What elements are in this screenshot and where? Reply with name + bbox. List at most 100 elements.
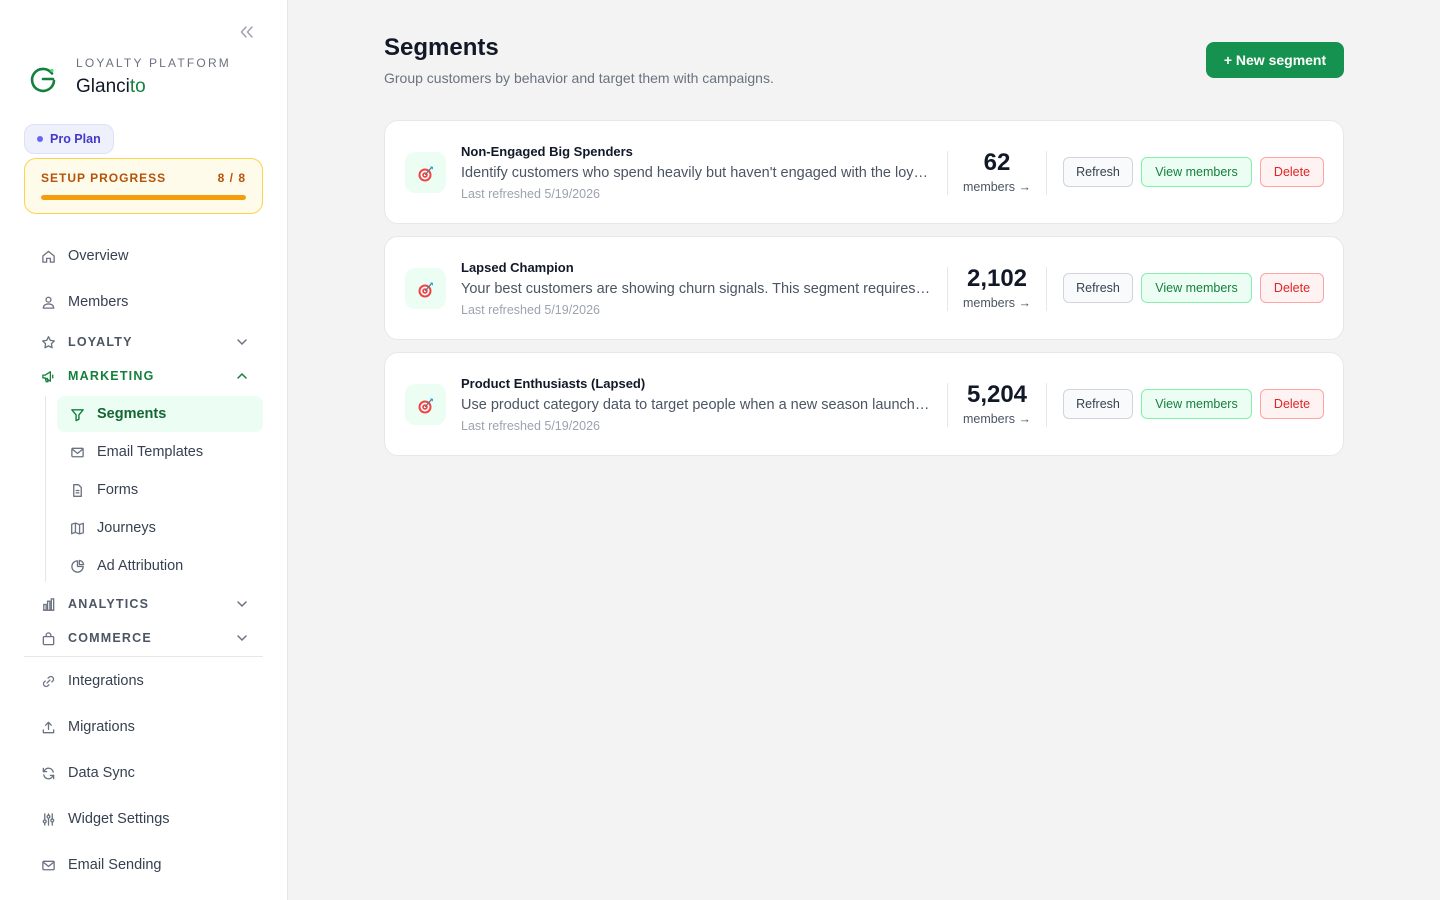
page-subtitle: Group customers by behavior and target t… (384, 70, 774, 86)
filter-icon (69, 406, 85, 422)
setup-progress-fill (41, 195, 246, 200)
nav-widget-settings[interactable]: Widget Settings (24, 801, 263, 837)
brand-name-accent: to (129, 76, 146, 97)
target-icon (405, 384, 446, 425)
collapse-sidebar-icon[interactable] (236, 22, 258, 42)
brand-eyebrow: LOYALTY PLATFORM (76, 56, 232, 70)
nav-analytics-label: ANALYTICS (68, 597, 150, 611)
nav-email-sending-label: Email Sending (68, 857, 162, 873)
nav-journeys-label: Journeys (97, 520, 156, 536)
users-icon (40, 294, 56, 310)
pie-chart-icon (69, 558, 85, 574)
nav-overview[interactable]: Overview (24, 238, 263, 274)
nav-forms-label: Forms (97, 482, 139, 498)
page-title: Segments (384, 34, 499, 61)
segment-description: Your best customers are showing churn si… (461, 281, 931, 297)
nav-email-templates[interactable]: Email Templates (57, 434, 263, 470)
nav-ad-attribution[interactable]: Ad Attribution (57, 548, 263, 584)
nav-members[interactable]: Members (24, 284, 263, 320)
refresh-button[interactable]: Refresh (1063, 157, 1133, 187)
new-segment-button[interactable]: + New segment (1206, 42, 1344, 78)
megaphone-icon (40, 368, 56, 384)
sliders-icon (40, 811, 56, 827)
home-icon (40, 248, 56, 264)
nav-loyalty-label: LOYALTY (68, 335, 133, 349)
shopping-bag-icon (40, 630, 56, 646)
upload-icon (40, 719, 56, 735)
nav-integrations[interactable]: Integrations (24, 663, 263, 699)
segment-name[interactable]: Non-Engaged Big Spenders (461, 144, 633, 159)
nav-forms[interactable]: Forms (57, 472, 263, 508)
logo-icon (30, 67, 56, 93)
plan-dot (37, 136, 43, 142)
segment-member-count: 62 (983, 149, 1011, 176)
nav-members-label: Members (68, 294, 129, 310)
mail-icon (40, 857, 56, 873)
segment-members-link[interactable]: members → (948, 180, 1046, 194)
nav-data-sync-label: Data Sync (68, 765, 135, 781)
segment-card: Lapsed Champion Your best customers are … (384, 236, 1344, 340)
segment-name[interactable]: Product Enthusiasts (Lapsed) (461, 376, 645, 391)
view-members-button[interactable]: View members (1141, 273, 1252, 303)
chevron-down-icon (237, 635, 247, 642)
nav-email-templates-label: Email Templates (97, 444, 204, 460)
nav-marketing-label: MARKETING (68, 369, 155, 383)
delete-button[interactable]: Delete (1260, 389, 1324, 419)
segment-card: Non-Engaged Big Spenders Identify custom… (384, 120, 1344, 224)
subnav-line (45, 396, 46, 582)
nav-data-sync[interactable]: Data Sync (24, 755, 263, 791)
segment-name[interactable]: Lapsed Champion (461, 260, 574, 275)
refresh-button[interactable]: Refresh (1063, 273, 1133, 303)
link-icon (40, 673, 56, 689)
divider (1046, 151, 1047, 195)
mail-icon (69, 444, 85, 460)
document-icon (69, 482, 85, 498)
segment-last-refreshed: Last refreshed 5/19/2026 (461, 187, 600, 201)
setup-progress-count: 8 / 8 (217, 171, 246, 185)
segment-description: Use product category data to target peop… (461, 397, 931, 413)
plan-badge: Pro Plan (24, 124, 114, 154)
divider (1046, 383, 1047, 427)
nav-overview-label: Overview (68, 248, 129, 264)
chevron-up-icon (237, 372, 247, 379)
segment-card: Product Enthusiasts (Lapsed) Use product… (384, 352, 1344, 456)
segment-members-link[interactable]: members → (948, 412, 1046, 426)
segment-member-count: 2,102 (966, 265, 1028, 292)
brand: LOYALTY PLATFORM Glancito (28, 56, 231, 102)
target-icon (405, 152, 446, 193)
nav-segments[interactable]: Segments (57, 396, 263, 432)
nav-section-analytics[interactable]: ANALYTICS (24, 590, 263, 618)
segment-members-link[interactable]: members → (948, 296, 1046, 310)
nav-ad-attribution-label: Ad Attribution (97, 558, 184, 574)
plan-label: Pro Plan (50, 132, 101, 146)
nav-section-commerce[interactable]: COMMERCE (24, 624, 263, 652)
nav-section-loyalty[interactable]: LOYALTY (24, 328, 263, 356)
view-members-button[interactable]: View members (1141, 389, 1252, 419)
setup-progress-label: SETUP PROGRESS (41, 171, 167, 185)
nav-section-marketing[interactable]: MARKETING (24, 362, 263, 390)
nav-journeys[interactable]: Journeys (57, 510, 263, 546)
refresh-button[interactable]: Refresh (1063, 389, 1133, 419)
chevron-down-icon (237, 601, 247, 608)
setup-progress-bar (41, 195, 246, 200)
brand-name-main: Glanci (76, 76, 130, 97)
delete-button[interactable]: Delete (1260, 273, 1324, 303)
nav-email-sending[interactable]: Email Sending (24, 847, 263, 883)
delete-button[interactable]: Delete (1260, 157, 1324, 187)
nav-integrations-label: Integrations (68, 673, 144, 689)
nav-commerce-label: COMMERCE (68, 631, 152, 645)
nav-segments-label: Segments (97, 406, 167, 422)
sync-icon (40, 765, 56, 781)
setup-progress-card[interactable]: SETUP PROGRESS 8 / 8 (24, 158, 263, 214)
divider (1046, 267, 1047, 311)
nav-migrations-label: Migrations (68, 719, 135, 735)
sidebar: LOYALTY PLATFORM Glancito Pro Plan SETUP… (0, 0, 288, 900)
sidebar-divider (24, 656, 263, 657)
segment-member-count: 5,204 (966, 381, 1028, 408)
map-icon (69, 520, 85, 536)
nav-migrations[interactable]: Migrations (24, 709, 263, 745)
segment-description: Identify customers who spend heavily but… (461, 165, 931, 181)
bar-chart-icon (40, 596, 56, 612)
view-members-button[interactable]: View members (1141, 157, 1252, 187)
target-icon (405, 268, 446, 309)
